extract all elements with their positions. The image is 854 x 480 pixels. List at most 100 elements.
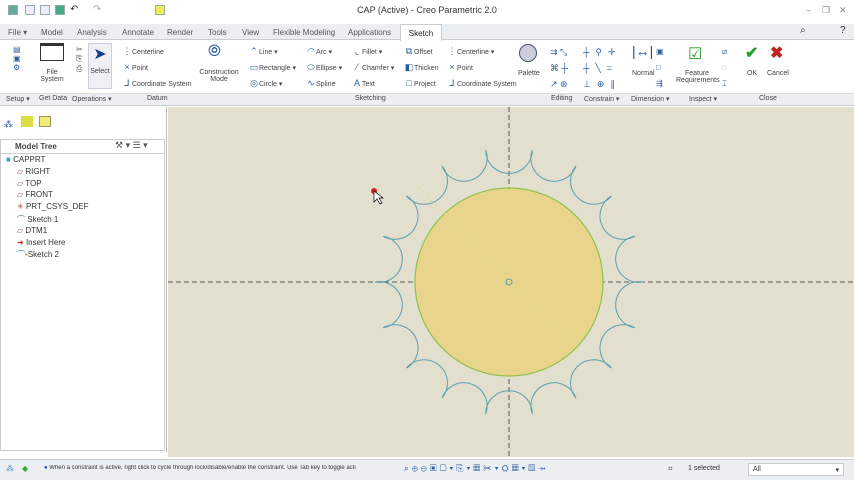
palette-button[interactable]: Palette	[518, 70, 540, 77]
normal-dimension-icon: |↔|	[632, 43, 654, 59]
model-tree-title: Model Tree	[15, 142, 57, 151]
fillet-button[interactable]: ⌞ Fillet ▾	[352, 46, 382, 57]
ok-check-icon: ✔	[745, 45, 759, 62]
graphics-area[interactable]	[168, 107, 854, 457]
close-button[interactable]: ✕	[839, 5, 847, 16]
mouse-cursor-icon	[373, 190, 385, 205]
tab-sketch[interactable]: Sketch	[400, 24, 442, 41]
search-icon[interactable]: ⌕	[800, 25, 806, 36]
window-title: CAP (Active) - Creo Parametric 2.0	[357, 5, 497, 15]
setup-group[interactable]: Setup ▾	[6, 95, 30, 103]
restore-button[interactable]: ❐	[822, 5, 830, 16]
tree-item-insert-here[interactable]: ➜ Insert Here	[17, 238, 66, 247]
clipboard-icons[interactable]: ✂ ⎘ ⎙	[76, 45, 83, 74]
minimize-button[interactable]: –	[806, 5, 811, 15]
datum-group: Datum	[147, 95, 168, 102]
close-group: Close	[759, 95, 777, 102]
text-button[interactable]: A Text	[352, 78, 375, 88]
rectangle-button[interactable]: ▭Rectangle ▾	[249, 62, 296, 73]
chamfer-button[interactable]: ⁄ Chamfer ▾	[352, 62, 394, 72]
sketch-icon: ⌒	[17, 215, 25, 224]
cancel-x-icon: ✖	[770, 45, 784, 62]
ok-button[interactable]: OK	[747, 70, 757, 77]
offset-button[interactable]: ⧉ Offset	[404, 46, 433, 57]
datum-plane-icon: ▱	[17, 226, 24, 235]
sketch-point-button[interactable]: × Point	[447, 62, 473, 72]
status-message: ● When a constraint is active, right cli…	[44, 465, 356, 471]
cancel-button[interactable]: Cancel	[767, 70, 789, 77]
centerline-button[interactable]: ⋮Centerline	[122, 46, 164, 57]
coordinate-system-button[interactable]: ⅃ Coordinate System	[122, 78, 191, 89]
datum-plane-icon: ▱	[17, 190, 24, 199]
feature-requirements-icon: ☑	[688, 46, 703, 63]
help-icon[interactable]: ?	[840, 25, 846, 36]
inspect-group[interactable]: Inspect ▾	[689, 95, 717, 103]
tab-applications[interactable]: Applications	[348, 28, 391, 37]
model-icon[interactable]: ◆	[22, 464, 28, 473]
construction-mode-button[interactable]: Construction Mode	[198, 69, 240, 83]
feature-requirements-button[interactable]: Feature Requirements	[676, 70, 720, 84]
sketch-coordinate-system-button[interactable]: ⅃ Coordinate System	[447, 78, 516, 89]
ellipse-button[interactable]: ⬭Ellipse ▾	[306, 62, 342, 73]
datum-plane-icon: ▱	[17, 167, 24, 176]
tab-render[interactable]: Render	[167, 28, 193, 37]
project-button[interactable]: □ Project	[404, 78, 436, 88]
file-system-icon	[40, 43, 64, 61]
dimension-group[interactable]: Dimension ▾	[631, 95, 670, 103]
inspect-tools[interactable]: ⧄ ◌ ⌶	[722, 44, 727, 92]
model-tree-tab-icon[interactable]: ⁂	[4, 119, 13, 129]
sketching-group: Sketching	[355, 95, 386, 102]
view-toolbar[interactable]: ⌕⊕⊖▣▢▾⎘▾▦✂▾⛭▦▾▧⤞	[404, 463, 548, 474]
sketch-icon: ⌒	[17, 250, 25, 259]
tree-item-prt-csys-def[interactable]: ✳ PRT_CSYS_DEF	[17, 202, 88, 211]
part-icon: ■	[6, 155, 11, 164]
selection-filter-dropdown[interactable]: All ▾	[748, 463, 844, 476]
find-icon[interactable]: ⌗	[668, 464, 673, 474]
constrain-tools[interactable]: ┼⚲✛ ┼╲= ⊥⊕∥	[583, 44, 622, 92]
status-bar: ⁂ ◆ ● When a constraint is active, right…	[0, 459, 854, 480]
csys-icon: ✳	[17, 202, 24, 211]
tree-item-capprt[interactable]: ■ CAPPRT	[6, 155, 45, 164]
tree-item-right[interactable]: ▱ RIGHT	[17, 167, 50, 176]
tree-item-dtm1[interactable]: ▱ DTM1	[17, 226, 47, 235]
tree-settings-icon[interactable]: ⚒ ▾ ☰ ▾	[115, 140, 148, 151]
circle-button[interactable]: ◎Circle ▾	[249, 78, 282, 89]
thicken-button[interactable]: ◧Thicken	[404, 62, 439, 73]
tab-analysis[interactable]: Analysis	[77, 28, 107, 37]
arc-button[interactable]: ◠Arc ▾	[306, 46, 332, 57]
ribbon-group-bar	[0, 93, 854, 106]
favorites-tab-icon[interactable]	[39, 116, 52, 127]
setup-icons[interactable]: ▤ ▣ ⚙	[13, 45, 21, 72]
datum-plane-icon: ▱	[17, 179, 24, 188]
spline-button[interactable]: ∿Spline	[306, 78, 335, 89]
folder-browser-tab-icon[interactable]	[21, 116, 34, 127]
select-button[interactable]: ➤ Select	[88, 43, 112, 89]
tab-tools[interactable]: Tools	[208, 28, 227, 37]
point-button[interactable]: × Point	[122, 62, 148, 72]
get-data-group[interactable]: Get Data	[39, 95, 67, 102]
construction-mode-icon: ⦾	[208, 43, 221, 60]
editing-tools[interactable]: ⇉ ⤡ ⌘ ┼ ↗ ⊛	[550, 44, 568, 92]
tab-file[interactable]: File ▾	[8, 28, 27, 37]
insert-arrow-icon: ➜	[17, 238, 24, 247]
show-icon[interactable]: ⁂	[6, 464, 14, 473]
palette-icon	[519, 44, 537, 62]
constrain-group[interactable]: Constrain ▾	[584, 95, 619, 103]
file-system-button[interactable]: File System	[38, 69, 66, 83]
tree-item-front[interactable]: ▱ FRONT	[17, 190, 53, 199]
line-button[interactable]: ⌃Line ▾	[249, 46, 277, 57]
sketch-svg[interactable]	[168, 107, 854, 457]
navigator-tabs[interactable]: ⁂	[4, 116, 52, 130]
tab-annotate[interactable]: Annotate	[122, 28, 154, 37]
normal-dimension-button[interactable]: Normal	[632, 70, 655, 77]
sketch-centerline-button[interactable]: ⋮Centerline ▾	[447, 46, 495, 57]
tab-model[interactable]: Model	[41, 28, 63, 37]
select-label: Select	[90, 68, 110, 75]
operations-group[interactable]: Operations ▾	[72, 95, 112, 103]
tab-flexible-modeling[interactable]: Flexible Modeling	[273, 28, 335, 37]
tree-item-top[interactable]: ▱ TOP	[17, 179, 42, 188]
dimension-tools[interactable]: ▣ □ ⇶	[656, 44, 664, 92]
tab-view[interactable]: View	[242, 28, 259, 37]
tree-item-sketch-2[interactable]: ⌒▪Sketch 2	[17, 249, 59, 260]
tree-item-sketch-1[interactable]: ⌒ Sketch 1	[17, 214, 58, 225]
